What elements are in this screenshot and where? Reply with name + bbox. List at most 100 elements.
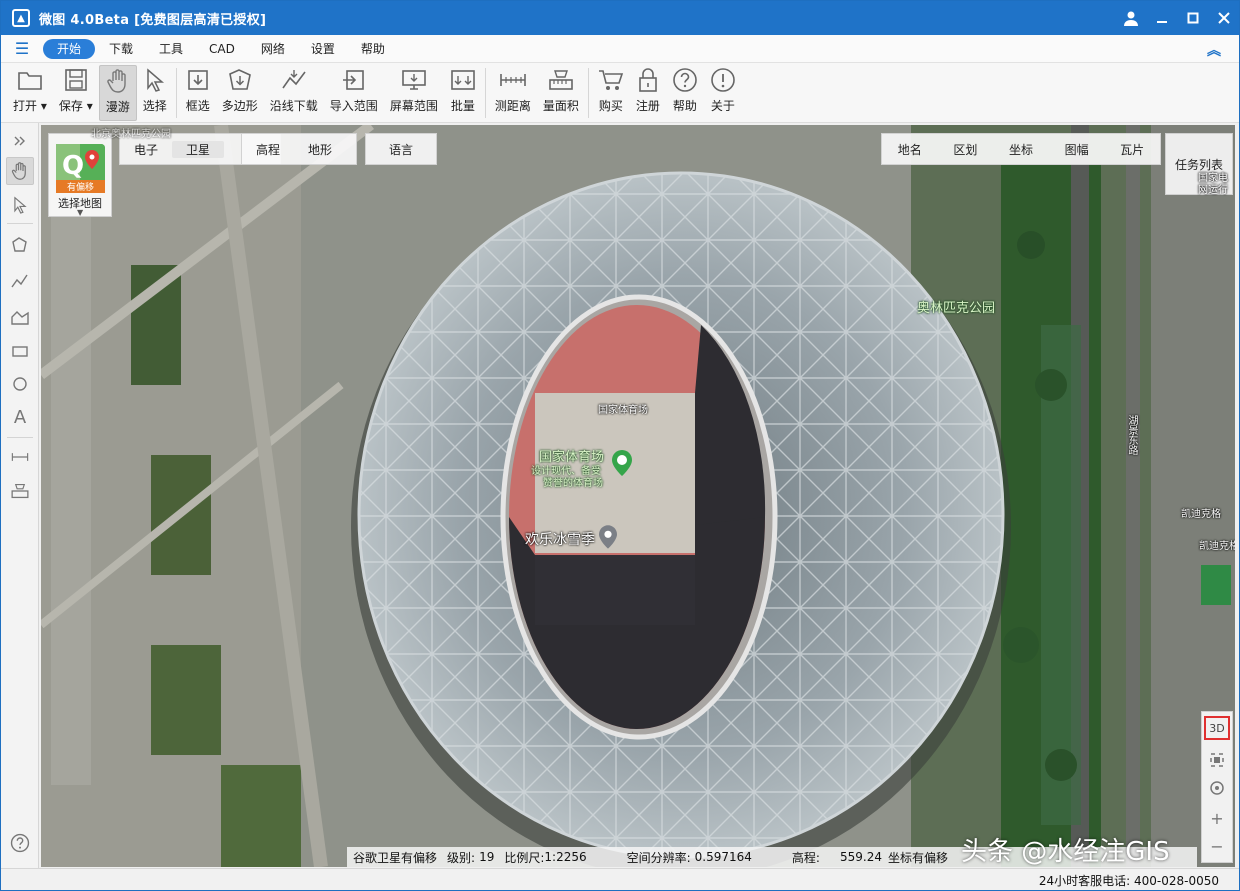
minimize-icon[interactable]	[1146, 1, 1177, 35]
title-bar: ▲ 微图 4.0Beta [免费图层高清已授权]	[1, 1, 1239, 35]
info-source: 谷歌卫星有偏移	[353, 850, 438, 865]
help-icon	[672, 65, 698, 95]
pan-button[interactable]: 漫游	[98, 65, 137, 121]
import-range-label: 导入范围	[329, 99, 378, 113]
layer-tab-satellite[interactable]: 卫星	[172, 140, 225, 158]
map-label-right-1: 凯迪克格	[1181, 509, 1221, 520]
language-button[interactable]: 语言	[365, 133, 437, 165]
map-label-road: 湖景东路	[1126, 415, 1137, 455]
polygon-download-icon	[227, 65, 253, 95]
map-view[interactable]: Q 有偏移 选择地图 ▼ 电子 卫星 高程 地形 语言 地名 区划 坐标 图幅 …	[41, 125, 1235, 867]
screen-range-icon	[401, 65, 427, 95]
overlay-tab-coordinates[interactable]: 坐标	[995, 141, 1047, 158]
polygon-download-button[interactable]: 多边形	[216, 65, 264, 121]
layer-tab-vector[interactable]: 电子	[120, 141, 172, 158]
ruler-icon[interactable]	[6, 443, 34, 471]
map-label-olympic-park: 奥林匹克公园	[917, 301, 996, 316]
polygon-download-label: 多边形	[221, 99, 258, 113]
map-label-winter-event: 欢乐冰雪季	[525, 532, 595, 548]
box-download-icon	[186, 65, 210, 95]
area-measure-icon[interactable]	[6, 477, 34, 505]
register-label: 注册	[635, 99, 660, 113]
layer-tab-elevation[interactable]: 高程	[242, 141, 294, 158]
info-coord-label: 坐标有偏移	[887, 850, 948, 865]
box-download-button[interactable]: 框选	[180, 65, 216, 121]
text-icon[interactable]: A	[6, 403, 34, 431]
overlay-tab-placenames[interactable]: 地名	[884, 141, 936, 158]
polyline-icon[interactable]	[6, 267, 34, 295]
language-label: 语言	[388, 142, 413, 157]
hand-icon	[106, 66, 130, 96]
menu-settings[interactable]: 设置	[299, 39, 347, 59]
expand-icon[interactable]	[6, 127, 34, 155]
info-scale-label: 比例尺:	[504, 850, 545, 865]
map-controls: 3D + −	[1201, 711, 1233, 863]
help-button[interactable]: 帮助	[666, 65, 704, 121]
about-button[interactable]: 关于	[704, 65, 742, 121]
info-scale: 1:2256	[544, 850, 587, 864]
zoom-out-icon[interactable]: −	[1202, 832, 1232, 860]
save-icon	[64, 65, 88, 95]
import-range-icon	[341, 65, 367, 95]
toolbar-divider	[587, 68, 589, 118]
buy-button[interactable]: 购买	[592, 65, 630, 121]
map-label-right-4: 网运行	[1198, 185, 1228, 196]
polyline-download-button[interactable]: 沿线下载	[264, 65, 324, 121]
ribbon-toolbar: 打开 ▾ 保存 ▾ 漫游 选择 框选 多边形 沿线下载 导入范围 屏幕范围 批量…	[1, 63, 1239, 123]
collapse-ribbon-icon[interactable]: ︽	[1207, 40, 1221, 60]
menu-network[interactable]: 网络	[249, 39, 297, 59]
circle-icon[interactable]	[6, 369, 34, 397]
stadium-poi-icon[interactable]	[612, 450, 632, 476]
screen-range-button[interactable]: 屏幕范围	[384, 65, 444, 121]
overlay-tab-sheets[interactable]: 图幅	[1051, 141, 1103, 158]
map-label-stadium-desc2: 赞誉的体育场	[543, 478, 603, 489]
locate-icon[interactable]	[1202, 774, 1232, 802]
map-source-badge: 有偏移	[66, 183, 94, 193]
user-icon[interactable]	[1115, 1, 1146, 35]
app-window: ▲ 微图 4.0Beta [免费图层高清已授权] ☰ 开始 下载 工具 CAD …	[0, 0, 1240, 891]
3d-button[interactable]: 3D	[1204, 716, 1230, 740]
save-label: 保存	[58, 99, 83, 113]
close-icon[interactable]	[1208, 1, 1239, 35]
menu-download[interactable]: 下载	[97, 39, 145, 59]
batch-label: 批量	[450, 99, 475, 113]
select-button[interactable]: 选择	[137, 65, 173, 121]
menu-tools[interactable]: 工具	[147, 39, 195, 59]
save-button[interactable]: 保存 ▾	[53, 65, 99, 121]
measure-area-button[interactable]: 量面积	[537, 65, 585, 121]
left-toolbar-divider	[7, 223, 33, 224]
pan-label: 漫游	[105, 100, 130, 114]
fullextent-icon[interactable]	[1202, 746, 1232, 774]
open-button[interactable]: 打开 ▾	[7, 65, 53, 121]
rectangle-icon[interactable]	[6, 337, 34, 365]
zoom-in-icon[interactable]: +	[1202, 804, 1232, 832]
layer-tab-terrain[interactable]: 地形	[294, 141, 346, 158]
left-toolbar: A	[1, 123, 39, 868]
open-label: 打开	[13, 99, 38, 113]
info-elevation-label: 高程:	[791, 850, 820, 865]
import-range-button[interactable]: 导入范围	[324, 65, 384, 121]
polygon-icon[interactable]	[6, 231, 34, 259]
hamburger-menu-icon[interactable]: ☰	[1, 39, 43, 58]
cursor-icon[interactable]	[6, 191, 34, 219]
toolbar-divider	[484, 68, 486, 118]
menu-cad[interactable]: CAD	[197, 39, 247, 59]
map-pin-icon[interactable]	[599, 525, 617, 549]
area-icon[interactable]	[6, 303, 34, 331]
map-source-selector[interactable]: Q 有偏移 选择地图 ▼	[48, 133, 112, 217]
map-label-stadium-small: 国家体育场	[598, 405, 648, 416]
menu-start[interactable]: 开始	[43, 38, 96, 59]
maximize-icon[interactable]	[1177, 1, 1208, 35]
lock-icon	[637, 65, 659, 95]
overlay-tab-divisions[interactable]: 区划	[939, 141, 991, 158]
register-button[interactable]: 注册	[630, 65, 666, 121]
measure-distance-button[interactable]: 测距离	[489, 65, 537, 121]
screen-range-label: 屏幕范围	[389, 99, 438, 113]
overlay-tab-tiles[interactable]: 瓦片	[1106, 141, 1158, 158]
hand-icon[interactable]	[6, 157, 34, 185]
batch-button[interactable]: 批量	[444, 65, 482, 121]
polyline-download-icon	[281, 65, 307, 95]
help-icon[interactable]	[6, 829, 34, 857]
svg-text:Q: Q	[62, 151, 84, 181]
menu-help[interactable]: 帮助	[349, 39, 397, 59]
